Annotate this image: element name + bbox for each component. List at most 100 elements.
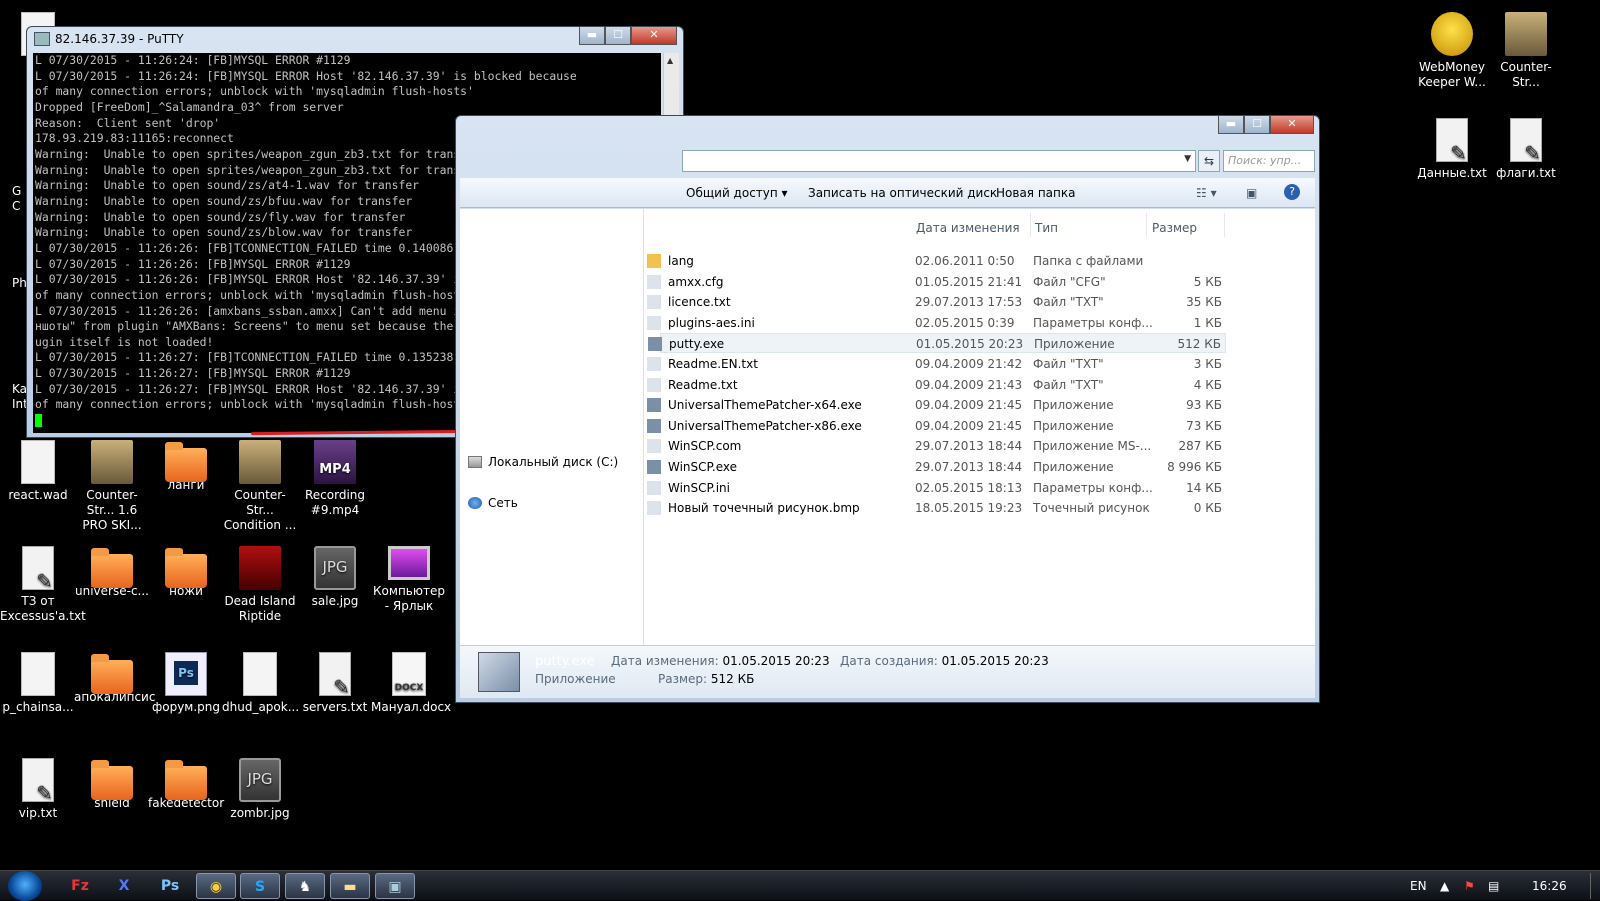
view-options-icon[interactable]: ☷ ▾	[1196, 186, 1217, 200]
tray-expand-icon[interactable]: ▲	[1440, 879, 1449, 893]
file-type-icon	[647, 398, 661, 413]
desktop-icon[interactable]: флаги.txt	[1488, 118, 1564, 181]
close-button[interactable]: ✕	[631, 27, 677, 45]
file-row[interactable]: licence.txt 29.07.2013 17:53 Файл "TXT" 35 …	[647, 292, 1226, 312]
file-type: Файл "CFG"	[1033, 274, 1106, 289]
file-icon	[243, 652, 277, 696]
new-folder-button[interactable]: Новая папка	[996, 186, 1075, 200]
file-row[interactable]: lang 02.06.2011 0:50 Папка с файлами	[647, 251, 1226, 271]
file-row[interactable]: UniversalThemePatcher-x86.exe 09.04.2009 …	[647, 416, 1226, 436]
start-button[interactable]	[8, 871, 42, 901]
language-indicator[interactable]: EN	[1410, 879, 1427, 893]
file-row[interactable]: WinSCP.exe 29.07.2013 18:44 Приложение 8 99…	[647, 457, 1226, 477]
photoshop-icon[interactable]: Ps	[150, 873, 190, 899]
desktop-icon[interactable]: апокалипсис	[74, 652, 155, 705]
file-name: plugins-aes.ini	[668, 315, 755, 330]
column-type[interactable]: Тип	[1035, 221, 1058, 235]
desktop-icon[interactable]: Counter-Str... 1.6 PRO SKI...	[74, 440, 150, 533]
flag-icon[interactable]: ⚑	[1464, 879, 1475, 893]
file-type: Приложение	[1033, 418, 1114, 433]
column-separator[interactable]	[1030, 213, 1031, 237]
file-size: 4 КБ	[1193, 377, 1222, 392]
desktop-icon[interactable]: Counter-Str... Condition ...	[222, 440, 298, 533]
explorer-taskbar-icon[interactable]: ▬	[330, 873, 370, 899]
desktop-icon[interactable]: ножи	[148, 546, 224, 599]
desktop-icon[interactable]: Counter-Str...	[1488, 12, 1564, 90]
desktop-icon[interactable]: vip.txt	[0, 758, 76, 821]
file-date: 02.05.2015 18:13	[915, 480, 1023, 495]
desktop-icon[interactable]: shield	[74, 758, 150, 811]
nav-local-disk[interactable]: Локальный диск (C:)	[468, 455, 618, 469]
burn-button[interactable]: Записать на оптический диск	[808, 186, 997, 200]
putty-titlebar[interactable]: 82.146.37.39 - PuTTY ▬ ☐ ✕	[27, 27, 683, 51]
share-button[interactable]: Общий доступ ▾	[686, 186, 788, 200]
detail-created-label: Дата создания:	[840, 654, 938, 668]
explorer-maximize-button[interactable]: ☐	[1244, 116, 1270, 134]
desktop-icon[interactable]: ланги	[148, 440, 224, 493]
network-tray-icon[interactable]: ▤	[1488, 879, 1499, 893]
chrome-icon[interactable]: ◉	[196, 873, 236, 899]
desktop-icon[interactable]: WebMoney Keeper W...	[1414, 12, 1490, 90]
file-type: Файл "TXT"	[1033, 377, 1104, 392]
filezilla-icon[interactable]: Fz	[60, 873, 100, 899]
file-row[interactable]: WinSCP.com 29.07.2013 18:44 Приложение MS-…	[647, 436, 1226, 456]
explorer-close-button[interactable]: ✕	[1270, 116, 1314, 134]
maximize-button[interactable]: ☐	[605, 27, 631, 45]
clock[interactable]: 16:26	[1532, 879, 1567, 893]
column-date[interactable]: Дата изменения	[916, 221, 1020, 235]
show-desktop-button[interactable]	[1590, 873, 1598, 899]
help-icon[interactable]: ?	[1284, 184, 1300, 200]
desktop-icon[interactable]: Компьютер - Ярлык	[371, 546, 447, 614]
file-row[interactable]: Новый точечный рисунок.bmp 18.05.2015 19:…	[647, 498, 1226, 518]
file-row[interactable]: WinSCP.ini 02.05.2015 18:13 Параметры конф…	[647, 478, 1226, 498]
desktop-icon[interactable]: MP4 Recording #9.mp4	[297, 440, 373, 518]
explorer-window[interactable]: ▬ ☐ ✕ ▼ ⇆ Поиск: упр... Общий доступ ▾ З…	[455, 115, 1320, 703]
putty-taskbar-icon[interactable]: ▣	[375, 873, 415, 899]
counter-strike-icon[interactable]: ♞	[285, 873, 325, 899]
chevron-down-icon[interactable]: ▼	[1184, 154, 1191, 164]
file-row[interactable]: putty.exe 01.05.2015 20:23 Приложение 512 К…	[648, 333, 1226, 354]
refresh-icon[interactable]: ⇆	[1198, 150, 1220, 172]
file-size: 35 КБ	[1186, 295, 1222, 310]
desktop-icon[interactable]: p_chainsa...	[0, 652, 76, 715]
file-icon	[21, 652, 55, 696]
desktop-icon[interactable]: servers.txt	[297, 652, 373, 715]
minimize-button[interactable]: ▬	[579, 27, 605, 45]
desktop-icon[interactable]: fakedetector	[148, 758, 224, 811]
column-size[interactable]: Размер	[1152, 221, 1197, 235]
desktop-icon-label: Recording #9.mp4	[304, 488, 366, 517]
preview-pane-icon[interactable]: ▣	[1246, 186, 1257, 200]
scroll-up-icon[interactable]: ▲	[667, 56, 673, 65]
desktop-icon[interactable]: JPG sale.jpg	[297, 546, 373, 609]
file-row[interactable]: UniversalThemePatcher-x64.exe 09.04.2009 …	[647, 395, 1226, 415]
file-name: putty.exe	[669, 337, 725, 352]
taskbar: Fz X Ps ◉ S ♞ ▬ ▣ EN ▲ ⚑ ▤ 16:26	[0, 870, 1600, 901]
desktop-icon[interactable]: JPG zombr.jpg	[222, 758, 298, 821]
explorer-minimize-button[interactable]: ▬	[1218, 116, 1244, 134]
desktop-icon-label: Counter-Str... 1.6 PRO SKI...	[82, 488, 142, 532]
file-row[interactable]: Readme.txt 09.04.2009 21:43 Файл "TXT" 4 КБ	[647, 375, 1226, 395]
desktop-icon[interactable]: DOCX Мануал.docx	[371, 652, 451, 715]
skype-icon[interactable]: S	[240, 873, 280, 899]
detail-modified: 01.05.2015 20:23	[722, 654, 830, 668]
nav-network[interactable]: Сеть	[468, 496, 518, 510]
file-icon	[91, 440, 133, 484]
address-bar[interactable]: ▼	[682, 150, 1196, 172]
desktop-icon[interactable]: ТЗ от Excessus'a.txt	[0, 546, 86, 624]
desktop-icon[interactable]: react.wad	[0, 440, 76, 503]
file-row[interactable]: Readme.EN.txt 09.04.2009 21:42 Файл "TXT" 3…	[647, 354, 1226, 374]
column-separator[interactable]	[1146, 213, 1147, 237]
column-separator[interactable]	[1224, 213, 1225, 237]
file-row[interactable]: amxx.cfg 01.05.2015 21:41 Файл "CFG" 5 КБ	[647, 272, 1226, 292]
desktop-icon[interactable]: Данные.txt	[1414, 118, 1490, 181]
desktop-icon[interactable]: Ps форум.png	[148, 652, 224, 715]
terminal-cursor	[35, 414, 42, 428]
desktop-icon[interactable]: universe-c...	[74, 546, 150, 599]
file-icon: Ps	[165, 652, 207, 696]
search-input[interactable]: Поиск: упр...	[1223, 150, 1315, 172]
file-icon	[22, 758, 54, 802]
desktop-icon[interactable]: dhud_apok...	[222, 652, 299, 715]
file-row[interactable]: plugins-aes.ini 02.05.2015 0:39 Параметры …	[647, 313, 1226, 333]
xamp-icon[interactable]: X	[104, 873, 144, 899]
desktop-icon[interactable]: Dead Island Riptide	[222, 546, 298, 624]
